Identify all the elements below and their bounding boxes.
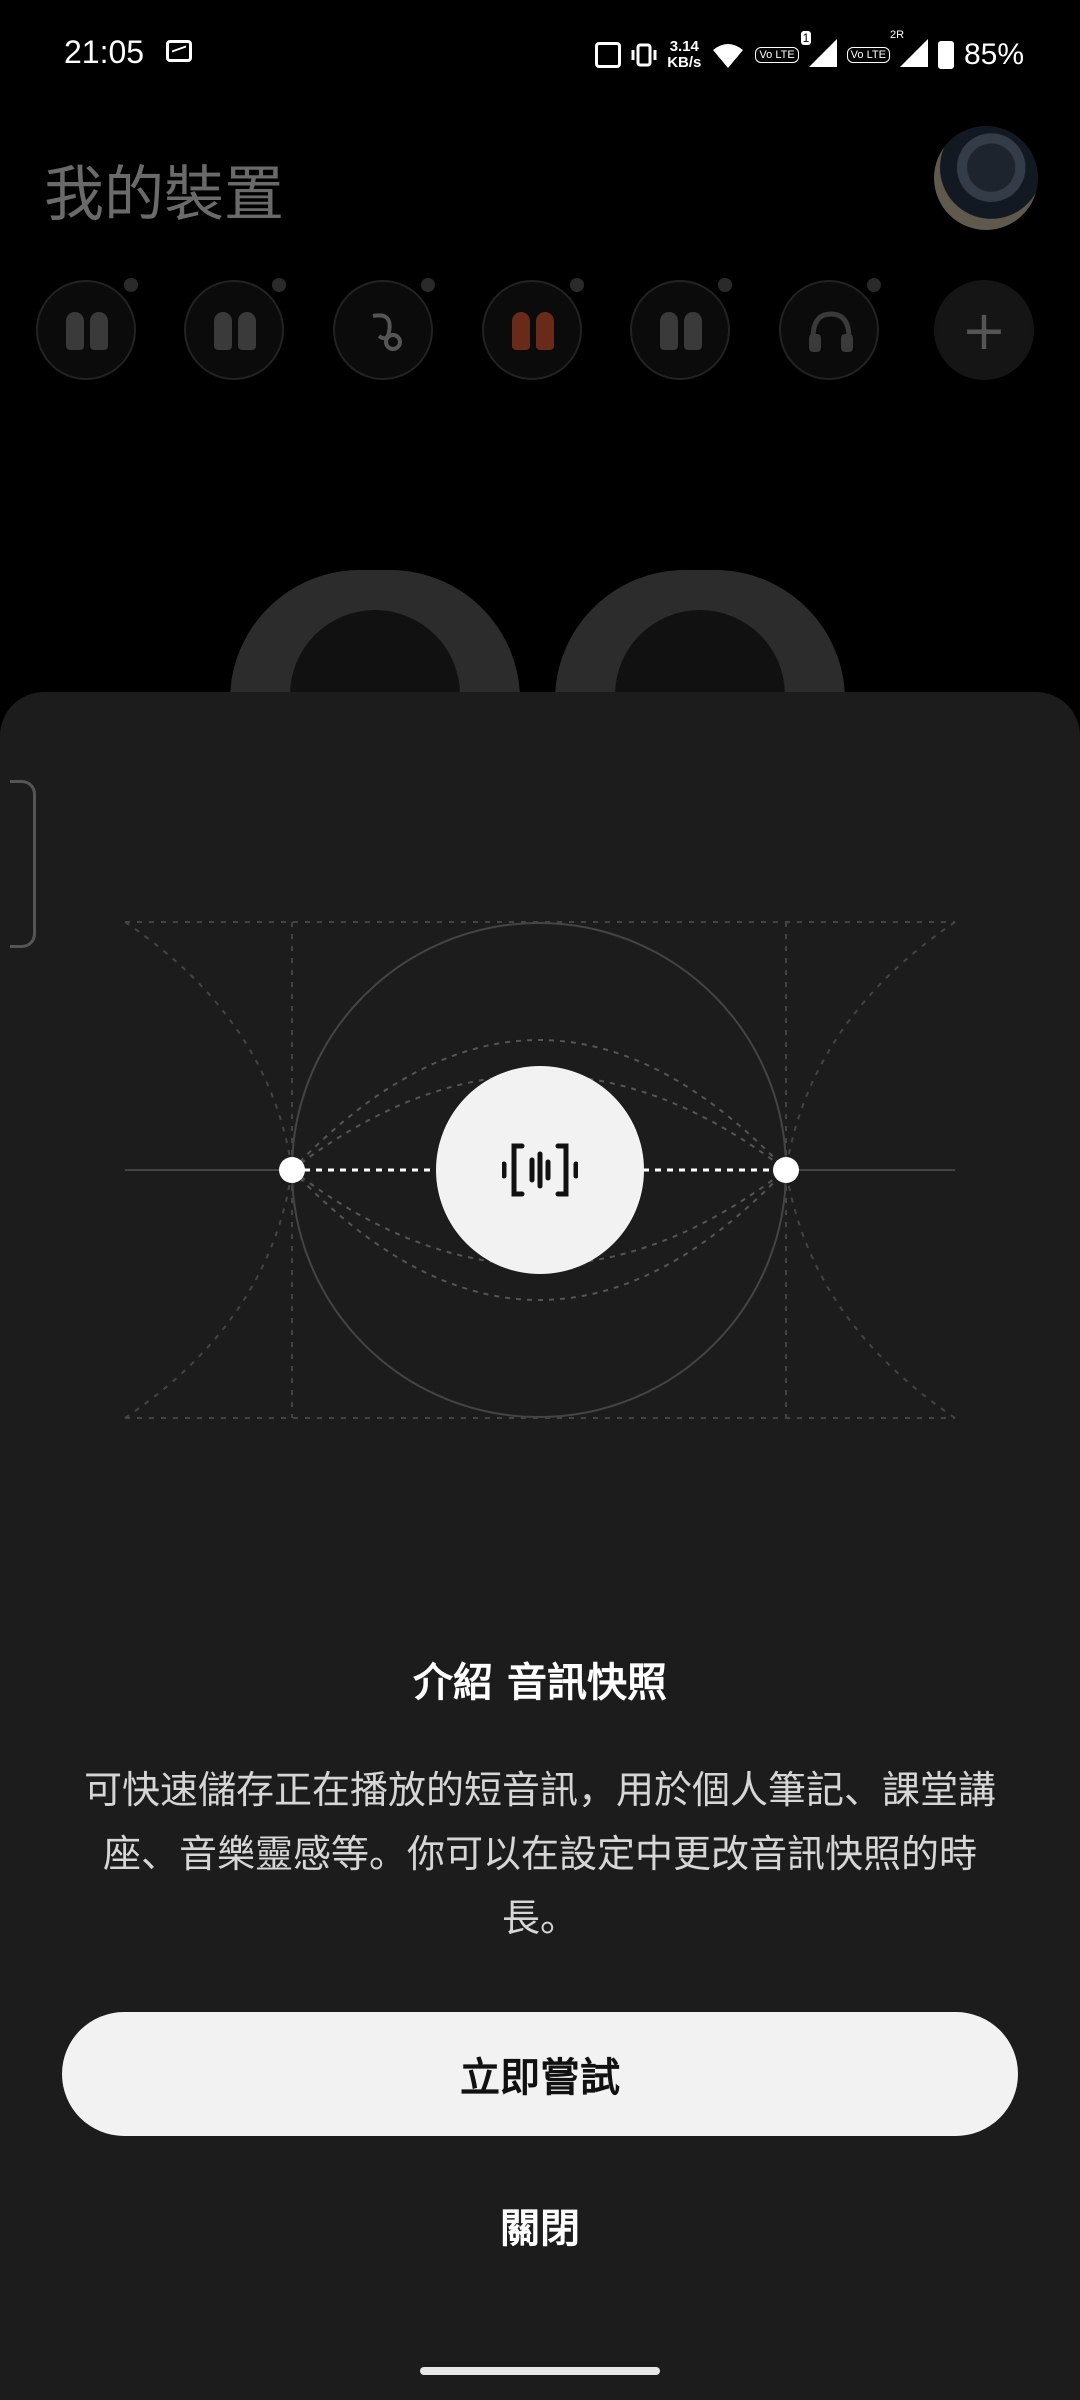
device-earbuds-3[interactable] [630,278,732,380]
home-gesture-bar[interactable] [420,2367,660,2375]
signal-1-icon [808,39,837,67]
signal-1: 1 [800,31,837,71]
wifi-icon [713,44,744,68]
battery-icon [937,41,954,69]
vibrate-icon [631,43,657,67]
sim1-badge: 1 [800,31,812,45]
sheet-description: 可快速儲存正在播放的短音訊，用於個人筆記、課堂講座、音樂靈感等。你可以在設定中更… [83,1768,996,1940]
device-earbuds-red[interactable] [482,278,584,380]
volte-1-badge: Vo LTE [755,47,799,63]
earbuds-icon [660,312,678,350]
open-earbuds-icon [372,313,402,351]
try-now-button[interactable]: 立即嘗試 [62,2012,1018,2136]
gallery-notification-icon [166,40,192,62]
signal-2: 2R [890,29,928,71]
device-headphones[interactable] [779,278,881,380]
device-hero-image [230,570,850,770]
add-device-button[interactable]: + [934,280,1034,380]
signal-2-icon [899,39,928,67]
close-button[interactable]: 關閉 [340,2180,740,2270]
volte-2-badge: Vo LTE [846,47,890,63]
device-earbuds-1[interactable] [36,278,138,380]
battery-percent: 85% [963,38,1024,71]
avatar[interactable] [934,126,1038,230]
device-earbuds-2[interactable] [184,278,286,380]
earbuds-red-icon [512,312,530,350]
audio-snapshot-badge [436,1066,644,1274]
page-title: 我的裝置 [44,160,284,230]
network-speed: 3.14 KB/s [667,38,702,71]
plus-icon: + [961,298,1007,362]
status-time: 21:05 [64,34,145,70]
status-bar: 21:05 3.14 KB/s Vo LTE 1 Vo LTE 2R 85% [0,0,1080,110]
nfc-icon [595,42,622,68]
status-icons: 3.14 KB/s Vo LTE 1 Vo LTE 2R 85% [595,29,1024,80]
audio-snapshot-icon [502,1143,578,1197]
device-open-earbuds[interactable] [333,278,435,380]
earbuds-icon [214,312,232,350]
sim2-badge: 2R [889,29,905,41]
edge-panel-handle[interactable] [10,780,36,948]
earbuds-icon [66,312,84,350]
sheet-title: 介紹 音訊快照 [413,1660,667,1706]
device-list: + [36,278,1046,384]
headphones-icon [809,311,853,352]
